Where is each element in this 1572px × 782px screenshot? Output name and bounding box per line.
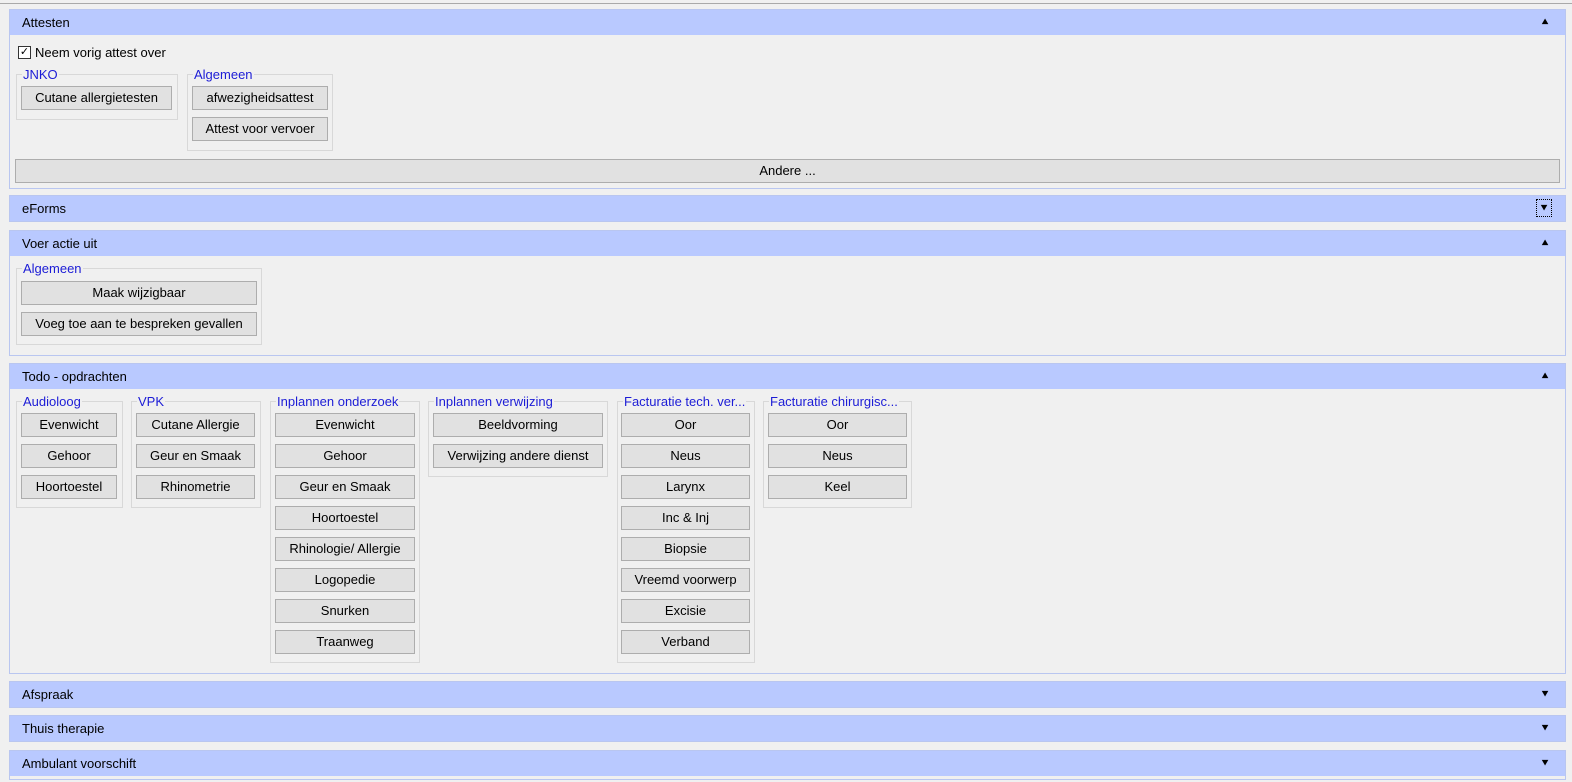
panel-eforms-header[interactable]: eForms ⯆ <box>10 196 1565 221</box>
panel-thuis-therapie-header[interactable]: Thuis therapie ⯆ <box>10 716 1565 741</box>
checkbox-neem-vorig-attest[interactable]: ✓ <box>18 46 31 59</box>
group-label: Algemeen <box>22 261 83 276</box>
todo-button[interactable]: Gehoor <box>275 444 415 468</box>
panel-title: Thuis therapie <box>22 721 105 736</box>
todo-button[interactable]: Rhinologie/ Allergie <box>275 537 415 561</box>
todo-button[interactable]: Hoortoestel <box>275 506 415 530</box>
group-label: Inplannen onderzoek <box>276 394 400 409</box>
chevron-double-up-icon[interactable]: ⯅ <box>1538 235 1552 251</box>
panel-thuis-therapie: Thuis therapie ⯆ <box>9 715 1566 742</box>
panel-title: Attesten <box>22 15 70 30</box>
todo-button[interactable]: Beeldvorming <box>433 413 603 437</box>
todo-button[interactable]: Larynx <box>621 475 750 499</box>
group-label: Facturatie tech. ver... <box>623 394 747 409</box>
afwezigheidsattest-button[interactable]: afwezigheidsattest <box>192 86 328 110</box>
todo-button[interactable]: Oor <box>621 413 750 437</box>
panel-ambulant-voorschift-header[interactable]: Ambulant voorschift ⯆ <box>10 751 1565 776</box>
panel-afspraak: Afspraak ⯆ <box>9 681 1566 708</box>
todo-button[interactable]: Verwijzing andere dienst <box>433 444 603 468</box>
group-label: Facturatie chirurgisc... <box>769 394 899 409</box>
todo-button[interactable]: Oor <box>768 413 907 437</box>
panel-todo-header[interactable]: Todo - opdrachten ⯅ <box>10 364 1565 389</box>
chevron-double-up-icon[interactable]: ⯅ <box>1538 14 1552 30</box>
cutane-allergietesten-button[interactable]: Cutane allergietesten <box>21 86 172 110</box>
panel-title: Ambulant voorschift <box>22 756 137 771</box>
panel-title: eForms <box>22 201 67 216</box>
group-inplannen-onderzoek: Inplannen onderzoek <box>270 394 420 663</box>
todo-button[interactable]: Biopsie <box>621 537 750 561</box>
todo-button[interactable]: Snurken <box>275 599 415 623</box>
todo-button[interactable]: Keel <box>768 475 907 499</box>
group-label: Inplannen verwijzing <box>434 394 554 409</box>
todo-button[interactable]: Inc & Inj <box>621 506 750 530</box>
checkbox-label: Neem vorig attest over <box>35 45 166 60</box>
todo-button[interactable]: Verband <box>621 630 750 654</box>
todo-button[interactable]: Geur en Smaak <box>136 444 255 468</box>
panel-eforms: eForms ⯆ <box>9 195 1566 222</box>
todo-button[interactable]: Neus <box>621 444 750 468</box>
panel-voer-actie-uit-header[interactable]: Voer actie uit ⯅ <box>10 231 1565 256</box>
panel-attesten-header[interactable]: Attesten ⯅ <box>10 10 1565 35</box>
top-divider <box>0 3 1572 4</box>
andere-button[interactable]: Andere ... <box>15 159 1560 183</box>
todo-button[interactable]: Evenwicht <box>275 413 415 437</box>
todo-button[interactable]: Rhinometrie <box>136 475 255 499</box>
panel-ambulant-voorschift: Ambulant voorschift ⯆ <box>9 750 1566 780</box>
panel-title: Voer actie uit <box>22 236 98 251</box>
todo-button[interactable]: Vreemd voorwerp <box>621 568 750 592</box>
group-label: JNKO <box>22 67 59 82</box>
chevron-double-down-icon[interactable]: ⯆ <box>1538 755 1552 771</box>
chevron-double-down-icon[interactable]: ⯆ <box>1538 686 1552 702</box>
todo-button[interactable]: Cutane Allergie <box>136 413 255 437</box>
voeg-toe-button[interactable]: Voeg toe aan te bespreken gevallen <box>21 312 257 336</box>
group-label: Algemeen <box>193 67 254 82</box>
todo-button[interactable]: Gehoor <box>21 444 117 468</box>
todo-button[interactable]: Geur en Smaak <box>275 475 415 499</box>
group-facturatie-tech: Facturatie tech. ver... <box>617 394 755 663</box>
todo-button[interactable]: Traanweg <box>275 630 415 654</box>
chevron-double-up-icon[interactable]: ⯅ <box>1538 368 1552 384</box>
todo-button[interactable]: Logopedie <box>275 568 415 592</box>
panel-title: Afspraak <box>22 687 74 702</box>
attest-voor-vervoer-button[interactable]: Attest voor vervoer <box>192 117 328 141</box>
group-label: Audioloog <box>22 394 82 409</box>
todo-button[interactable]: Evenwicht <box>21 413 117 437</box>
maak-wijzigbaar-button[interactable]: Maak wijzigbaar <box>21 281 257 305</box>
todo-button[interactable]: Neus <box>768 444 907 468</box>
todo-button[interactable]: Hoortoestel <box>21 475 117 499</box>
chevron-double-down-icon[interactable]: ⯆ <box>1536 199 1552 217</box>
panel-afspraak-header[interactable]: Afspraak ⯆ <box>10 682 1565 707</box>
chevron-double-down-icon[interactable]: ⯆ <box>1538 720 1552 736</box>
todo-button[interactable]: Excisie <box>621 599 750 623</box>
panel-title: Todo - opdrachten <box>22 369 127 384</box>
group-label: VPK <box>137 394 166 409</box>
